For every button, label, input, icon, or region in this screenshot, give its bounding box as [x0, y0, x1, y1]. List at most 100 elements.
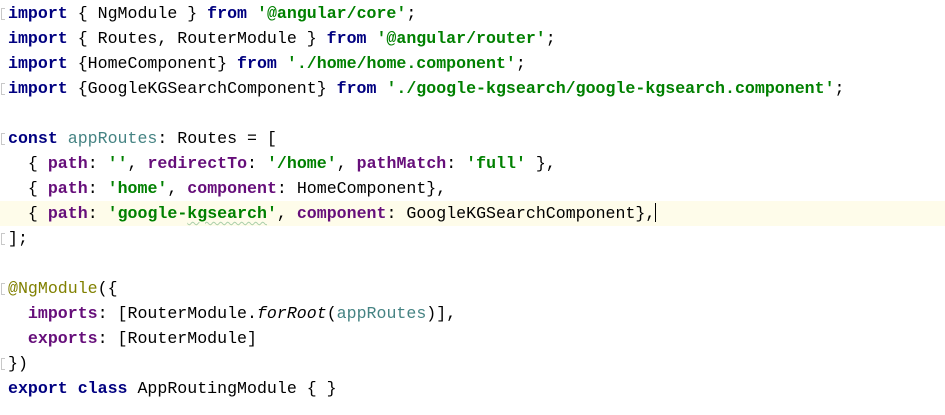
fold-marker[interactable] — [1, 358, 5, 370]
code-token: import — [8, 29, 68, 48]
code-line-13[interactable]: imports: [RouterModule.forRoot(appRoutes… — [0, 301, 945, 326]
code-token: appRoutes — [336, 304, 427, 323]
code-token: { NgModule } — [67, 4, 208, 23]
code-text: import { NgModule } from '@angular/core'… — [8, 1, 416, 26]
fold-marker[interactable] — [1, 283, 5, 295]
code-token: : — [87, 204, 108, 223]
fold-marker[interactable] — [1, 8, 5, 20]
code-line-16[interactable]: export class AppRoutingModule { } — [0, 376, 945, 401]
code-token: : — [446, 154, 467, 173]
code-token: @NgModule — [8, 279, 98, 298]
code-line-8[interactable]: { path: 'home', component: HomeComponent… — [0, 176, 945, 201]
code-token: AppRoutingModule { } — [127, 379, 337, 398]
code-token: path — [47, 154, 88, 173]
code-token: : — [87, 154, 108, 173]
code-token: '@angular/core' — [256, 4, 407, 23]
code-line-5[interactable] — [0, 101, 945, 126]
text-caret — [655, 203, 657, 222]
code-line-11[interactable] — [0, 251, 945, 276]
code-token: const — [8, 129, 58, 148]
code-token: ({ — [97, 279, 118, 298]
code-text: { path: '', redirectTo: '/home', pathMat… — [8, 151, 556, 176]
code-token: component — [296, 204, 387, 223]
code-token: { — [8, 204, 48, 223]
code-text: ]; — [8, 226, 28, 251]
code-token: from — [207, 4, 248, 23]
code-token: '' — [107, 154, 128, 173]
code-line-12[interactable]: @NgModule({ — [0, 276, 945, 301]
code-token: ' — [266, 204, 277, 223]
code-text: @NgModule({ — [8, 276, 118, 301]
code-text: { path: 'google-kgsearch', component: Go… — [8, 201, 657, 226]
code-token: { — [8, 179, 48, 198]
code-token: {HomeComponent} — [67, 54, 238, 73]
code-token: from — [326, 29, 367, 48]
code-token: pathMatch — [356, 154, 447, 173]
code-token: 'google- — [107, 204, 188, 223]
code-line-7[interactable]: { path: '', redirectTo: '/home', pathMat… — [0, 151, 945, 176]
code-token: , — [336, 154, 357, 173]
code-token: : — [87, 179, 108, 198]
code-token: : — [247, 154, 267, 173]
code-text: export class AppRoutingModule { } — [8, 376, 337, 401]
code-token: './home/home.component' — [286, 54, 516, 73]
code-token: }, — [525, 154, 556, 173]
code-token: ( — [326, 304, 337, 323]
code-text: exports: [RouterModule] — [8, 326, 257, 351]
code-token: redirectTo — [147, 154, 248, 173]
code-text: const appRoutes: Routes = [ — [8, 126, 277, 151]
code-token: ; — [515, 54, 526, 73]
code-line-1[interactable]: import { NgModule } from '@angular/core'… — [0, 1, 945, 26]
code-token: import — [8, 4, 68, 23]
code-token: , — [167, 179, 188, 198]
code-token: : [RouterModule] — [97, 329, 257, 348]
code-line-6[interactable]: const appRoutes: Routes = [ — [0, 126, 945, 151]
fold-marker[interactable] — [1, 233, 5, 245]
code-token: './google-kgsearch/google-kgsearch.compo… — [386, 79, 835, 98]
code-line-4[interactable]: import {GoogleKGSearchComponent} from '.… — [0, 76, 945, 101]
code-token: {GoogleKGSearchComponent} — [67, 79, 337, 98]
code-token: from — [237, 54, 277, 73]
code-token: import — [8, 54, 68, 73]
code-text: import { Routes, RouterModule } from '@a… — [8, 26, 556, 51]
code-line-9[interactable]: { path: 'google-kgsearch', component: Go… — [0, 201, 945, 226]
code-line-10[interactable]: ]; — [0, 226, 945, 251]
code-token: '/home' — [266, 154, 337, 173]
code-token: import — [8, 79, 68, 98]
code-token: appRoutes — [67, 129, 158, 148]
code-line-2[interactable]: import { Routes, RouterModule } from '@a… — [0, 26, 945, 51]
fold-marker[interactable] — [1, 83, 5, 95]
fold-marker[interactable] — [1, 133, 5, 145]
code-token: export — [8, 379, 68, 398]
code-token: forRoot — [256, 304, 327, 323]
code-token: : HomeComponent}, — [276, 179, 447, 198]
code-token: : GoogleKGSearchComponent}, — [386, 204, 656, 223]
code-text: }) — [8, 351, 28, 376]
code-token: : [RouterModule. — [97, 304, 257, 323]
code-token: kgsearch — [187, 204, 267, 223]
code-token: : Routes = [ — [157, 129, 277, 148]
code-token: 'home' — [107, 179, 168, 198]
code-token: from — [336, 79, 377, 98]
code-editor[interactable]: import { NgModule } from '@angular/core'… — [0, 0, 945, 415]
code-token: { — [8, 154, 48, 173]
code-line-3[interactable]: import {HomeComponent} from './home/home… — [0, 51, 945, 76]
code-token: , — [127, 154, 148, 173]
code-token: )], — [426, 304, 457, 323]
code-token: '@angular/router' — [376, 29, 546, 48]
code-text: imports: [RouterModule.forRoot(appRoutes… — [8, 301, 456, 326]
code-token: class — [77, 379, 128, 398]
code-line-14[interactable]: exports: [RouterModule] — [0, 326, 945, 351]
code-token: }) — [8, 354, 28, 373]
code-line-15[interactable]: }) — [0, 351, 945, 376]
code-token: component — [187, 179, 277, 198]
code-token: path — [47, 179, 88, 198]
code-token: ; — [545, 29, 556, 48]
